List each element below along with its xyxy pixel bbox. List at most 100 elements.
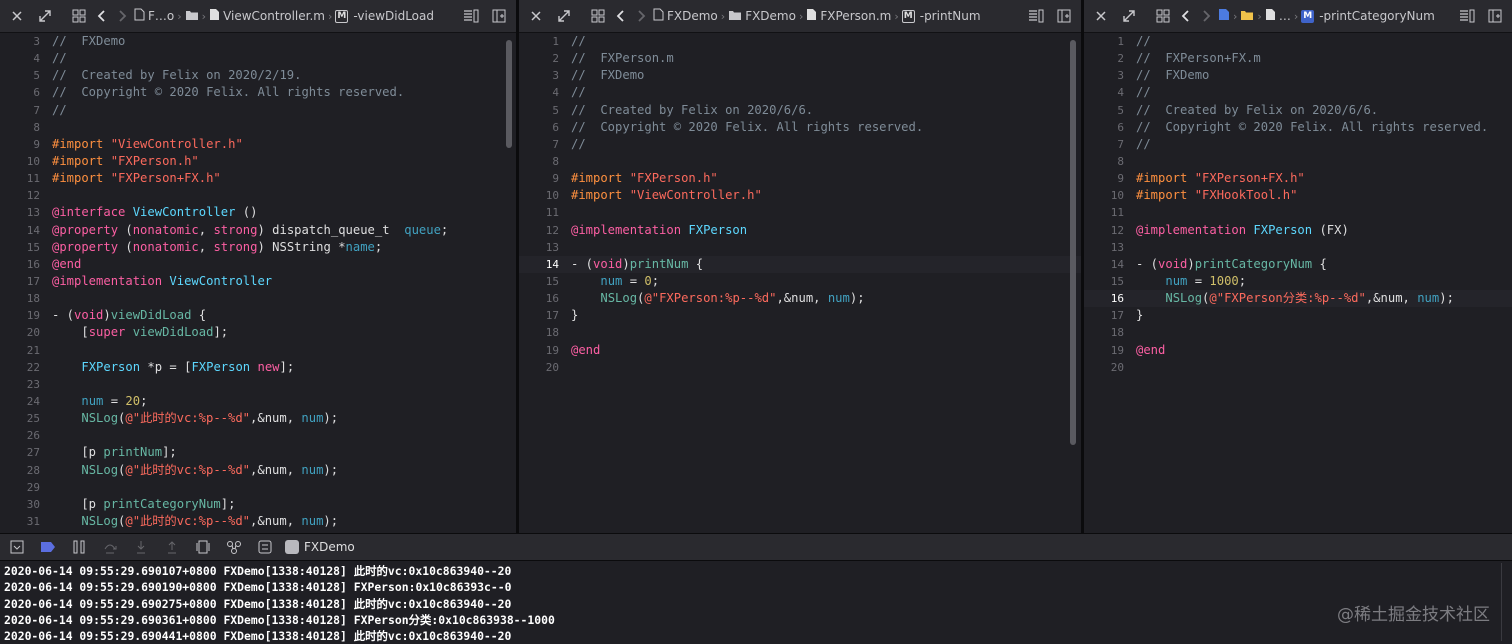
forward-chevron-icon[interactable] [1196, 5, 1218, 27]
code-line[interactable]: 13 [1084, 239, 1512, 256]
memory-graph-icon[interactable] [223, 536, 245, 558]
code-line[interactable]: 7 // [0, 102, 516, 119]
expand-icon[interactable] [1118, 5, 1140, 27]
console-output[interactable]: 2020-06-14 09:55:29.690107+0800 FXDemo[1… [0, 561, 1512, 644]
breadcrumb-group[interactable]: FXDemo [745, 9, 796, 23]
code-line[interactable]: 12 [0, 187, 516, 204]
breadcrumb-project[interactable]: FXDemo [667, 9, 718, 23]
editor-scrollbar[interactable] [1070, 40, 1076, 445]
related-items-grid-icon[interactable] [68, 5, 90, 27]
code-line[interactable]: 1 // [1084, 33, 1512, 50]
hide-debug-area-icon[interactable] [6, 536, 28, 558]
process-selector[interactable]: FXDemo [285, 540, 355, 554]
editor-scrollbar[interactable] [506, 40, 512, 148]
code-line[interactable]: 23 [0, 376, 516, 393]
close-icon[interactable] [6, 5, 28, 27]
code-line[interactable]: 11 [519, 204, 1081, 221]
code-line[interactable]: 6 // Copyright © 2020 Felix. All rights r… [0, 84, 516, 101]
code-line[interactable]: 21 [0, 342, 516, 359]
code-line[interactable]: 28 NSLog(@"此时的vc:%p--%d",&num, num); [0, 462, 516, 479]
code-line[interactable]: 2 // FXPerson+FX.m [1084, 50, 1512, 67]
code-line[interactable]: 20 [519, 359, 1081, 376]
code-line[interactable]: 16 NSLog(@"FXPerson分类:%p--%d",&num, num)… [1084, 290, 1512, 308]
code-line[interactable]: 3 // FXDemo [519, 67, 1081, 84]
code-line[interactable]: 6 // Copyright © 2020 Felix. All rights r… [1084, 119, 1512, 136]
editor-options-icon[interactable] [1025, 5, 1047, 27]
code-line[interactable]: 19 @end [1084, 342, 1512, 359]
code-line[interactable]: 29 [0, 479, 516, 496]
editor-options-icon[interactable] [460, 5, 482, 27]
code-line[interactable]: 14 @property (nonatomic, strong) dispatch… [0, 222, 516, 239]
code-line[interactable]: 17} [519, 307, 1081, 324]
breadcrumb-project[interactable]: F…o [148, 9, 174, 23]
code-line[interactable]: 16 @end [0, 256, 516, 273]
code-line[interactable]: 11 [1084, 204, 1512, 221]
code-line[interactable]: 31 NSLog(@"此时的vc:%p--%d",&num, num); [0, 513, 516, 530]
code-line[interactable]: 12 @implementation FXPerson [519, 222, 1081, 239]
step-into-icon[interactable] [130, 536, 152, 558]
code-line[interactable]: 9 #import "ViewController.h" [0, 136, 516, 153]
code-line[interactable]: 14 - (void)printCategoryNum { [1084, 256, 1512, 273]
app-project-icon[interactable] [1218, 8, 1230, 24]
breadcrumb[interactable]: › › … › M -printCategoryNum [1218, 8, 1435, 24]
back-chevron-icon[interactable] [609, 5, 631, 27]
code-line[interactable]: 5 // Created by Felix on 2020/6/6. [1084, 102, 1512, 119]
code-line[interactable]: 4 // [519, 84, 1081, 101]
breakpoints-toggle-icon[interactable] [37, 536, 59, 558]
code-line[interactable]: 10 #import "FXHookTool.h" [1084, 187, 1512, 204]
code-line[interactable]: 5 // Created by Felix on 2020/2/19. [0, 67, 516, 84]
add-editor-icon[interactable] [1484, 5, 1506, 27]
code-editor[interactable]: 1 // 2 // FXPerson.m 3 // FXDemo 4 // 5 // Create… [519, 33, 1081, 533]
add-editor-icon[interactable] [488, 5, 510, 27]
code-line[interactable]: 30 [p printCategoryNum]; [0, 496, 516, 513]
code-line[interactable]: 9 #import "FXPerson.h" [519, 170, 1081, 187]
back-chevron-icon[interactable] [1174, 5, 1196, 27]
step-out-icon[interactable] [161, 536, 183, 558]
code-line[interactable]: 7 // [1084, 136, 1512, 153]
code-line[interactable]: 1 // [519, 33, 1081, 50]
code-line[interactable]: 11 #import "FXPerson+FX.h" [0, 170, 516, 187]
folder-icon[interactable] [1240, 9, 1254, 24]
code-line[interactable]: 15 num = 1000; [1084, 273, 1512, 290]
breadcrumb[interactable]: FXDemo › FXDemo › FXPerson.m › M -printN… [653, 8, 981, 24]
editor-options-icon[interactable] [1456, 5, 1478, 27]
breadcrumb-file[interactable]: ViewController.m [223, 9, 325, 23]
code-line[interactable]: 13 [519, 239, 1081, 256]
breadcrumb-method[interactable]: -viewDidLoad [353, 9, 434, 23]
related-items-grid-icon[interactable] [587, 5, 609, 27]
step-over-icon[interactable] [99, 536, 121, 558]
code-line[interactable]: 6 // Copyright © 2020 Felix. All rights r… [519, 119, 1081, 136]
close-icon[interactable] [1090, 5, 1112, 27]
expand-icon[interactable] [553, 5, 575, 27]
code-line[interactable]: 3 // FXDemo [0, 33, 516, 50]
pause-icon[interactable] [68, 536, 90, 558]
code-line[interactable]: 25 NSLog(@"此时的vc:%p--%d",&num, num); [0, 410, 516, 427]
code-line[interactable]: 26 [0, 427, 516, 444]
code-line[interactable]: 4 // [0, 50, 516, 67]
breadcrumb-file[interactable]: FXPerson.m [820, 9, 891, 23]
code-line[interactable]: 8 [1084, 153, 1512, 170]
code-line[interactable]: 18 [519, 324, 1081, 341]
code-line[interactable]: 12 @implementation FXPerson (FX) [1084, 222, 1512, 239]
code-line[interactable]: 13 @interface ViewController () [0, 204, 516, 221]
code-line[interactable]: 8 [0, 119, 516, 136]
code-line[interactable]: 9 #import "FXPerson+FX.h" [1084, 170, 1512, 187]
back-chevron-icon[interactable] [90, 5, 112, 27]
forward-chevron-icon[interactable] [112, 5, 134, 27]
folder-icon[interactable] [185, 9, 199, 24]
code-line[interactable]: 20 [1084, 359, 1512, 376]
code-line[interactable]: 4 // [1084, 84, 1512, 101]
code-line[interactable]: 10 #import "ViewController.h" [519, 187, 1081, 204]
code-line[interactable]: 7 // [519, 136, 1081, 153]
code-line[interactable]: 18 [0, 290, 516, 307]
code-line[interactable]: 2 // FXPerson.m [519, 50, 1081, 67]
view-hierarchy-icon[interactable] [192, 536, 214, 558]
code-line[interactable]: 20 [super viewDidLoad]; [0, 324, 516, 341]
code-line[interactable]: 18 [1084, 324, 1512, 341]
close-icon[interactable] [525, 5, 547, 27]
expand-icon[interactable] [34, 5, 56, 27]
code-line[interactable]: 3 // FXDemo [1084, 67, 1512, 84]
code-line[interactable]: 24 num = 20; [0, 393, 516, 410]
code-line[interactable]: 19 @end [519, 342, 1081, 359]
related-items-grid-icon[interactable] [1152, 5, 1174, 27]
